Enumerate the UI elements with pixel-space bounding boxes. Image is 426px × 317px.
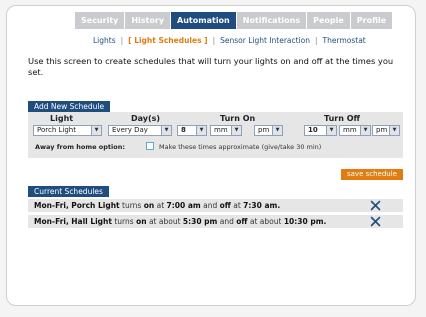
subnav-lights[interactable]: Lights bbox=[93, 36, 116, 45]
subnav-separator: | bbox=[212, 36, 216, 45]
current-schedules-header: Current Schedules bbox=[28, 186, 109, 197]
on-ampm-select[interactable]: pm ▼ bbox=[254, 125, 283, 136]
light-select[interactable]: Porch Light ▼ bbox=[33, 125, 102, 136]
delete-schedule-x-icon[interactable] bbox=[370, 200, 381, 211]
chevron-down-icon: ▼ bbox=[272, 126, 282, 135]
add-schedule-panel: Light Day(s) Turn On Turn Off Porch Ligh… bbox=[28, 112, 403, 158]
on-hour-value: 8 bbox=[181, 126, 186, 134]
add-schedule-header: Add New Schedule bbox=[28, 101, 111, 112]
light-select-value: Porch Light bbox=[37, 126, 76, 134]
schedule-row: Mon-Fri, Porch Light turns on at 7:00 am… bbox=[28, 199, 403, 212]
turn-on-column-header: Turn On bbox=[220, 114, 256, 123]
away-option-label: Away from home option: bbox=[35, 143, 125, 151]
tab-people[interactable]: People bbox=[307, 12, 350, 29]
days-column-header: Day(s) bbox=[131, 114, 161, 123]
off-minute-select[interactable]: mm ▼ bbox=[339, 125, 371, 136]
schedule-row: Mon-Fri, Hall Light turns on at about 5:… bbox=[28, 215, 403, 228]
app-window: Security History Automation Notification… bbox=[6, 5, 416, 306]
tab-notifications[interactable]: Notifications bbox=[236, 12, 307, 29]
subnav-sensor-light-interaction[interactable]: Sensor Light Interaction bbox=[220, 36, 310, 45]
approximate-times-checkbox[interactable] bbox=[146, 142, 154, 150]
approximate-times-label: Make these times approximate (give/take … bbox=[159, 143, 322, 151]
light-column-header: Light bbox=[50, 114, 74, 123]
on-minute-select[interactable]: mm ▼ bbox=[210, 125, 242, 136]
subnav-separator: | bbox=[315, 36, 318, 45]
subnav-separator: | bbox=[120, 36, 124, 45]
chevron-down-icon: ▼ bbox=[196, 126, 206, 135]
tab-automation[interactable]: Automation bbox=[171, 12, 236, 29]
days-select[interactable]: Every Day ▼ bbox=[108, 125, 172, 136]
chevron-down-icon: ▼ bbox=[231, 126, 241, 135]
chevron-down-icon: ▼ bbox=[389, 126, 399, 135]
on-hour-select[interactable]: 8 ▼ bbox=[177, 125, 207, 136]
sub-navigation: Lights | [ Light Schedules ] | Sensor Light … bbox=[93, 36, 366, 45]
tab-security[interactable]: Security bbox=[75, 12, 125, 29]
tab-profile[interactable]: Profile bbox=[350, 12, 393, 29]
subnav-thermostat[interactable]: Thermostat bbox=[323, 36, 366, 45]
intro-text: Use this screen to create schedules that… bbox=[28, 56, 394, 77]
on-ampm-value: pm bbox=[258, 126, 270, 134]
chevron-down-icon: ▼ bbox=[91, 126, 101, 135]
off-hour-value: 10 bbox=[308, 126, 318, 134]
save-schedule-button[interactable]: save schedule bbox=[341, 169, 403, 180]
turn-off-column-header: Turn Off bbox=[324, 114, 360, 123]
on-minute-value: mm bbox=[214, 126, 228, 134]
chevron-down-icon: ▼ bbox=[360, 126, 370, 135]
chevron-down-icon: ▼ bbox=[161, 126, 171, 135]
delete-schedule-x-icon[interactable] bbox=[370, 216, 381, 227]
off-ampm-value: pm bbox=[376, 126, 388, 134]
tab-history[interactable]: History bbox=[125, 12, 171, 29]
main-tabs: Security History Automation Notification… bbox=[75, 12, 393, 29]
off-ampm-select[interactable]: pm ▼ bbox=[372, 125, 400, 136]
chevron-down-icon: ▼ bbox=[326, 126, 336, 135]
off-hour-select[interactable]: 10 ▼ bbox=[304, 125, 337, 136]
subnav-light-schedules[interactable]: [ Light Schedules ] bbox=[128, 36, 207, 45]
days-select-value: Every Day bbox=[112, 126, 148, 134]
off-minute-value: mm bbox=[343, 126, 357, 134]
